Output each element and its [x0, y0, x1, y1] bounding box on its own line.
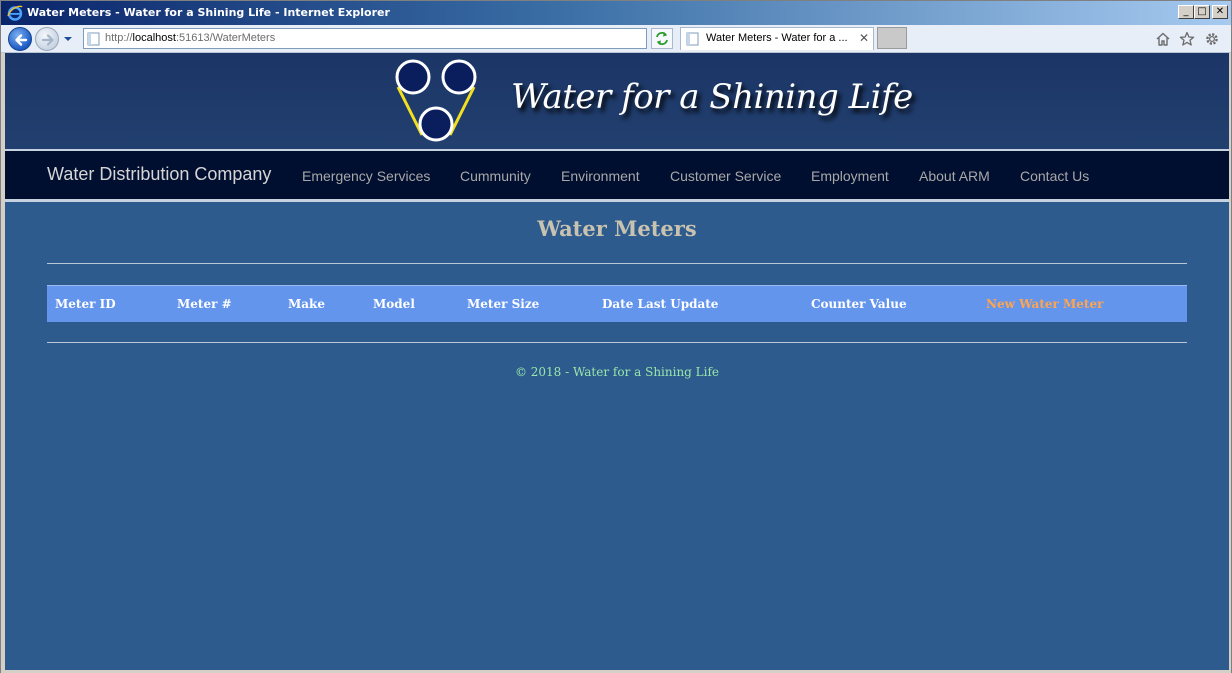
- browser-toolbar: http://localhost:51613/WaterMeters Water…: [1, 25, 1231, 53]
- column-header-meter-id: Meter ID: [55, 297, 116, 311]
- address-url[interactable]: http://localhost:51613/WaterMeters: [105, 32, 275, 44]
- window-title: Water Meters - Water for a Shining Life …: [27, 6, 390, 19]
- nav-employment[interactable]: Employment: [811, 168, 889, 184]
- back-icon: [15, 34, 28, 46]
- new-water-meter-link[interactable]: New Water Meter: [986, 297, 1103, 311]
- top-navigation: Water Distribution Company Emergency Ser…: [5, 149, 1229, 202]
- nav-customer-service[interactable]: Customer Service: [670, 168, 781, 184]
- close-button[interactable]: ✕: [1212, 5, 1228, 19]
- column-header-counter-value: Counter Value: [811, 297, 907, 311]
- footer-copyright: © 2018 - Water for a Shining Life: [514, 365, 720, 379]
- page-icon: [87, 32, 100, 46]
- favorites-star-icon[interactable]: [1179, 31, 1195, 47]
- nav-environment[interactable]: Environment: [561, 168, 640, 184]
- history-dropdown-icon[interactable]: [63, 34, 73, 44]
- title-bar: Water Meters - Water for a Shining Life …: [1, 1, 1231, 25]
- site-header: Water for a Shining Life: [5, 53, 1229, 149]
- minimize-button[interactable]: _: [1178, 5, 1194, 19]
- site-title: Water for a Shining Life: [511, 77, 913, 117]
- refresh-icon: [656, 32, 668, 45]
- column-header-model: Model: [373, 297, 415, 311]
- three-circles-logo: [395, 59, 477, 142]
- divider: [47, 342, 1187, 343]
- new-tab-button[interactable]: [877, 27, 907, 49]
- browser-tab[interactable]: Water Meters - Water for a ... ✕: [680, 27, 874, 50]
- divider: [47, 263, 1187, 264]
- close-tab-icon[interactable]: ✕: [859, 31, 869, 45]
- page-title: Water Meters: [537, 216, 697, 241]
- tab-title: Water Meters - Water for a ...: [706, 32, 848, 44]
- maximize-button[interactable]: □: [1194, 5, 1210, 19]
- brand-link[interactable]: Water Distribution Company: [47, 164, 271, 185]
- forward-button[interactable]: [35, 27, 59, 51]
- nav-contact-us[interactable]: Contact Us: [1020, 168, 1089, 184]
- nav-community[interactable]: Cummunity: [460, 168, 531, 184]
- nav-about-arm[interactable]: About ARM: [919, 168, 990, 184]
- column-header-meter-number: Meter #: [177, 297, 232, 311]
- page-icon: [686, 32, 699, 46]
- column-header-make: Make: [288, 297, 326, 311]
- forward-icon: [41, 34, 54, 46]
- column-header-date-last-update: Date Last Update: [602, 297, 719, 311]
- nav-emergency-services[interactable]: Emergency Services: [302, 168, 430, 184]
- browser-window: Water Meters - Water for a Shining Life …: [0, 0, 1232, 673]
- address-bar[interactable]: http://localhost:51613/WaterMeters: [83, 28, 724, 49]
- page-viewport: Water for a Shining Life Water Distribut…: [5, 53, 1229, 670]
- table-header-row: Meter ID Meter # Make Model Meter Size D…: [47, 285, 1187, 322]
- column-header-meter-size: Meter Size: [467, 297, 540, 311]
- tools-gear-icon[interactable]: [1204, 31, 1220, 47]
- back-button[interactable]: [8, 27, 32, 51]
- home-icon[interactable]: [1155, 31, 1171, 47]
- refresh-button[interactable]: [651, 28, 673, 49]
- internet-explorer-icon: [7, 5, 23, 21]
